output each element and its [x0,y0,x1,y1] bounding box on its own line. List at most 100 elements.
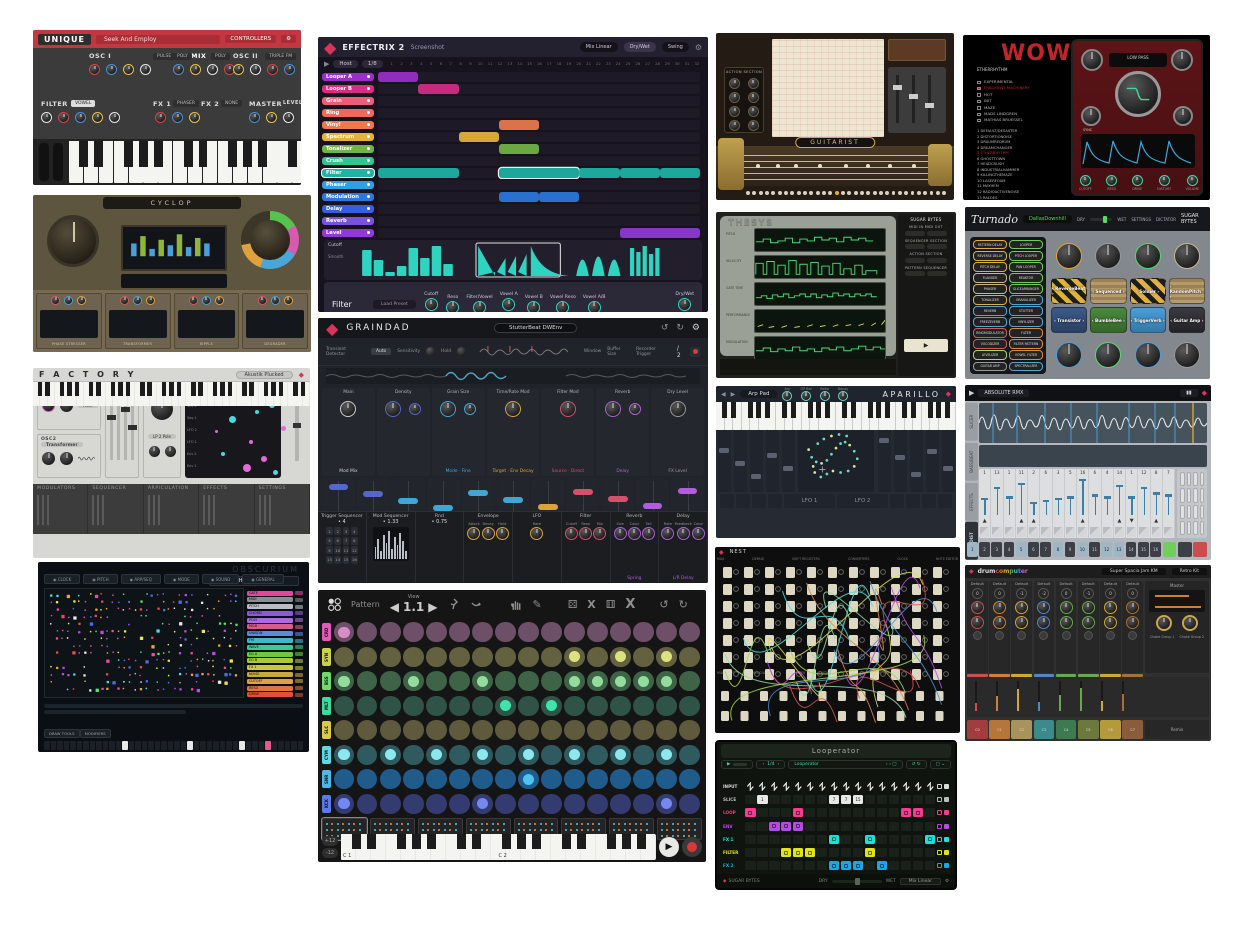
step-button-16[interactable]: 16 [1150,542,1161,557]
direction-up-icon[interactable]: ▲ [1114,518,1125,524]
row-cell[interactable] [913,848,924,857]
row-cell[interactable] [805,822,816,831]
row-cell[interactable] [853,848,864,857]
pattern-cell[interactable] [587,671,607,691]
black-key[interactable] [502,834,511,849]
trigger-step[interactable]: 6 [334,537,341,545]
compressor-display[interactable] [1149,590,1205,612]
pattern-cell[interactable] [518,671,538,691]
effect-button-phaser[interactable]: PHASER [973,284,1007,293]
action-knob[interactable] [729,78,740,89]
section-value[interactable]: Mode · Fine [432,469,485,474]
pattern-cell[interactable] [495,622,515,642]
row-lock-icon[interactable] [944,784,949,789]
pattern-piano[interactable]: C 1C 2 [341,834,656,860]
mini-slider[interactable] [203,495,205,525]
track-lane[interactable] [378,180,700,190]
param-row-pitch[interactable]: PITCH [247,604,303,610]
knob-tail[interactable] [642,527,655,540]
row-lock-icon[interactable] [944,824,949,829]
knob-attack[interactable] [467,527,480,540]
unique-knob[interactable] [123,64,134,75]
bottom-section-value[interactable]: • 1.33 [369,519,413,525]
row-cell[interactable] [757,808,768,817]
row-lock-icon[interactable] [944,863,949,868]
bottom-section-mode[interactable]: Spring [611,576,659,581]
pattern-cell[interactable] [334,769,354,789]
turnado-knob-top[interactable] [1135,243,1161,269]
edit-button[interactable] [1187,488,1192,502]
play-button[interactable]: ▶ [721,760,753,769]
slider-handle[interactable] [643,503,663,509]
slider-handle[interactable] [925,103,934,108]
turnado-knob-bottom[interactable] [1135,342,1161,368]
step-led[interactable] [854,191,858,195]
bottom-step[interactable] [246,741,252,750]
black-key[interactable] [911,402,916,418]
unique-keyboard[interactable] [33,139,301,185]
module-knob[interactable] [202,296,211,305]
pattern-cell[interactable] [679,720,699,740]
track-enable-dot[interactable] [367,75,370,78]
bottom-step[interactable] [207,741,213,750]
black-key[interactable] [67,382,71,396]
mix-mode-select[interactable]: Mix Linear [900,878,941,885]
bottom-step[interactable] [265,741,271,750]
row-cell[interactable] [805,848,816,857]
edit-button[interactable] [1180,521,1185,535]
right-pill[interactable] [905,258,925,263]
view-control[interactable]: View ◀1.1▶ [390,594,438,614]
row-option-icon[interactable] [937,797,942,802]
category-item[interactable]: MATHIAS BRUESSEL [977,117,1063,123]
row-cell[interactable] [925,822,936,831]
drive-knob[interactable] [1081,49,1103,71]
pattern-cell[interactable] [610,647,630,667]
black-key[interactable] [816,402,821,418]
bottom-step[interactable] [168,741,174,750]
step-led[interactable] [898,191,902,195]
param-row-reso[interactable]: RESO [247,685,303,691]
pattern-cell[interactable] [518,794,538,814]
track-button-level[interactable]: Level [322,229,374,237]
effect-button-vocodizer[interactable]: VOCODIZER [973,339,1007,348]
black-key[interactable] [198,382,202,396]
param-row-noise[interactable]: NOISE [247,672,303,678]
pattern-cell[interactable] [449,794,469,814]
pattern-cell[interactable] [426,745,446,765]
black-key[interactable] [517,834,526,849]
mod-icon-5[interactable] [890,494,904,508]
row-cell[interactable] [841,848,852,857]
row-cell[interactable] [817,861,828,870]
bottom-step[interactable] [155,741,161,750]
module-knob[interactable] [133,296,142,305]
amp-icon[interactable] [1106,631,1115,640]
row-cell[interactable] [769,808,780,817]
section-value[interactable]: Target · Env Decay [487,469,540,474]
row-cell[interactable] [925,782,936,791]
fx-slot-soldier[interactable]: ‹ Soldier › [1130,278,1166,304]
row-cell[interactable] [805,861,816,870]
black-key[interactable] [126,382,130,396]
track-enable-dot[interactable] [367,123,370,126]
pattern-cell[interactable] [679,745,699,765]
pattern-cell[interactable] [403,671,423,691]
pattern-cell[interactable] [472,622,492,642]
section-knob-main[interactable] [440,401,456,417]
bottom-step[interactable] [187,741,193,750]
row-lock-icon[interactable] [944,810,949,815]
section-knob-main[interactable] [670,401,686,417]
param-row-unison[interactable]: UNISON [247,631,303,637]
row-cell[interactable] [793,782,804,791]
lfo2-tab[interactable]: LFO 2 [837,494,888,508]
mini-slider[interactable] [37,495,39,525]
drywet-knob[interactable] [678,298,691,311]
black-key[interactable] [936,402,941,418]
step-column[interactable]: 2▲ [1028,469,1040,538]
drum-pad-7[interactable]: C6 [1100,720,1121,739]
module-screen[interactable] [178,310,236,338]
track-enable-dot[interactable] [367,231,370,234]
pattern-cell[interactable] [357,745,377,765]
category-checkbox[interactable] [977,81,981,84]
wow-knob-drive[interactable] [1132,175,1143,186]
trigger-step[interactable]: 10 [334,546,341,554]
